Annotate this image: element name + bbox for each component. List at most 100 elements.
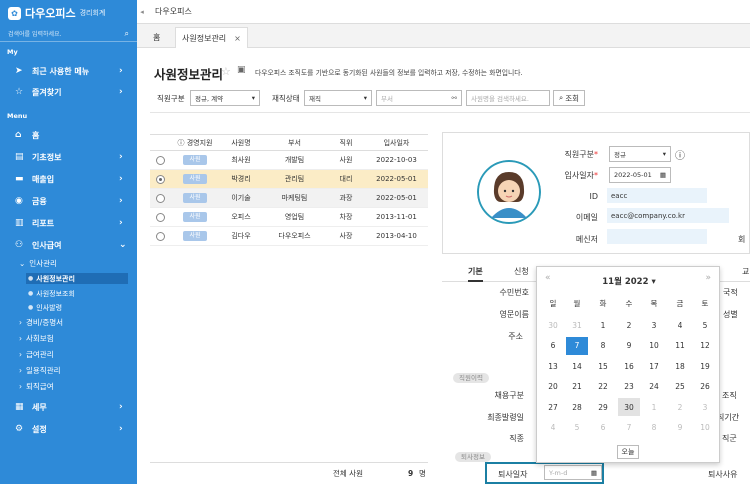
sidebar-item-home[interactable]: ⌂ 홈 bbox=[0, 125, 137, 145]
calendar-day[interactable]: 7 bbox=[618, 419, 640, 437]
calendar-day[interactable]: 19 bbox=[694, 357, 716, 375]
table-row[interactable]: 사원 이기술 마케팅팀 과장 2022-05-01 bbox=[150, 188, 428, 208]
profile-type-select[interactable]: 정규 ▾ bbox=[609, 146, 671, 162]
calendar-day[interactable]: 2 bbox=[618, 316, 640, 334]
today-button[interactable]: 오늘 bbox=[617, 445, 639, 459]
dept-input[interactable]: 부서 ⚯ bbox=[376, 90, 462, 106]
calendar-day[interactable]: 9 bbox=[618, 337, 640, 355]
search-icon[interactable]: ⌕ bbox=[125, 29, 129, 39]
row-radio[interactable] bbox=[155, 174, 165, 184]
row-radio[interactable] bbox=[155, 155, 165, 165]
tab-home[interactable]: 홈 bbox=[153, 27, 160, 48]
sidebar-item-recent[interactable]: ➤ 최근 사용한 메뉴 › bbox=[0, 61, 137, 81]
row-radio[interactable] bbox=[155, 193, 165, 203]
close-icon[interactable]: × bbox=[234, 34, 241, 43]
tab-apply[interactable]: 신청 bbox=[514, 266, 529, 277]
calendar-day[interactable]: 22 bbox=[592, 378, 614, 396]
calendar-day[interactable]: 30 bbox=[542, 316, 564, 334]
calendar-day[interactable]: 3 bbox=[694, 398, 716, 416]
calendar-day[interactable]: 10 bbox=[643, 337, 665, 355]
star-icon[interactable]: ☆ bbox=[221, 65, 231, 78]
calendar-day[interactable]: 25 bbox=[669, 378, 691, 396]
retire-date-input[interactable]: Y-m-d ▦ bbox=[544, 465, 602, 480]
calendar-day[interactable]: 3 bbox=[643, 316, 665, 334]
tab-basic[interactable]: 기본 bbox=[468, 266, 483, 282]
calendar-day[interactable]: 10 bbox=[694, 419, 716, 437]
sidebar-search[interactable]: 검색어를 입력하세요. ⌕ bbox=[0, 26, 137, 42]
calendar-icon[interactable]: ▦ bbox=[591, 469, 597, 477]
collapse-sidebar-icon[interactable]: ◂ bbox=[137, 8, 147, 16]
calendar-day[interactable]: 17 bbox=[643, 357, 665, 375]
sidebar-subitem-employee-manage[interactable]: ● 사원정보관리 bbox=[26, 273, 128, 284]
calendar-day[interactable]: 15 bbox=[592, 357, 614, 375]
calendar-day[interactable]: 21 bbox=[566, 378, 588, 396]
sidebar-subitem-appointment[interactable]: ● 인사발령 bbox=[26, 302, 62, 313]
sidebar-item-expense[interactable]: › 경비/증명서 bbox=[0, 316, 137, 329]
grid-header-name[interactable]: 사원명 bbox=[220, 134, 262, 151]
month-title[interactable]: 11월 2022 ▾ bbox=[537, 275, 721, 287]
sidebar-item-settings[interactable]: ⚙ 설정 › bbox=[0, 419, 137, 439]
calendar-day[interactable]: 26 bbox=[694, 378, 716, 396]
tab-employee-manage[interactable]: 사원정보관리 × bbox=[175, 27, 248, 48]
grid-header-dept[interactable]: 부서 bbox=[262, 134, 327, 151]
org-tree-icon[interactable]: ⚯ bbox=[452, 94, 457, 102]
row-radio[interactable] bbox=[155, 231, 165, 241]
calendar-day[interactable]: 23 bbox=[618, 378, 640, 396]
search-button[interactable]: ⌕ 조회 bbox=[553, 90, 585, 106]
calendar-day[interactable]: 27 bbox=[542, 398, 564, 416]
sidebar-search-input[interactable]: 검색어를 입력하세요. bbox=[8, 29, 125, 38]
calendar-day[interactable]: 1 bbox=[643, 398, 665, 416]
grid-header-position[interactable]: 직위 bbox=[327, 134, 365, 151]
calendar-day[interactable]: 5 bbox=[566, 419, 588, 437]
sidebar-item-sales[interactable]: ▬ 매출입 › bbox=[0, 169, 137, 189]
calendar-day[interactable]: 29 bbox=[592, 398, 614, 416]
tab-extra[interactable]: 교 bbox=[742, 266, 749, 277]
calendar-icon[interactable]: ▦ bbox=[660, 171, 666, 179]
calendar-day[interactable]: 6 bbox=[542, 337, 564, 355]
calendar-day[interactable]: 7 bbox=[566, 336, 588, 355]
name-search-input[interactable]: 사원명을 검색하세요. bbox=[466, 90, 550, 106]
sidebar-item-retire[interactable]: › 퇴직급여 bbox=[0, 380, 137, 393]
calendar-day[interactable]: 30 bbox=[618, 398, 640, 416]
calendar-day[interactable]: 9 bbox=[669, 419, 691, 437]
calendar-day[interactable]: 2 bbox=[669, 398, 691, 416]
calendar-day[interactable]: 5 bbox=[694, 316, 716, 334]
type-select[interactable]: 정규, 계약 ▾ bbox=[190, 90, 260, 106]
grid-header-hire-date[interactable]: 입사일자 bbox=[365, 134, 428, 151]
calendar-day[interactable]: 4 bbox=[669, 316, 691, 334]
sidebar-item-daily[interactable]: › 일용직관리 bbox=[0, 364, 137, 377]
info-icon[interactable]: ⓘ bbox=[675, 147, 685, 162]
calendar-day[interactable]: 12 bbox=[694, 337, 716, 355]
logo[interactable]: ✿ 다우오피스 경리회계 bbox=[0, 0, 137, 26]
calendar-day[interactable]: 18 bbox=[669, 357, 691, 375]
calendar-day[interactable]: 8 bbox=[643, 419, 665, 437]
calendar-day[interactable]: 28 bbox=[566, 398, 588, 416]
calendar-day[interactable]: 14 bbox=[566, 357, 588, 375]
sidebar-item-hr-manage[interactable]: ⌄ 인사관리 bbox=[0, 257, 137, 270]
sidebar-item-finance[interactable]: ◉ 금융 › bbox=[0, 191, 137, 211]
calendar-day[interactable]: 13 bbox=[542, 357, 564, 375]
sidebar-item-report[interactable]: ▥ 리포트 › bbox=[0, 213, 137, 233]
calendar-day[interactable]: 1 bbox=[592, 316, 614, 334]
calendar-day[interactable]: 31 bbox=[566, 316, 588, 334]
profile-hire-date-input[interactable]: 2022-05-01 ▦ bbox=[609, 167, 671, 183]
table-row[interactable]: 사원 최사원 개발팀 사원 2022-10-03 bbox=[150, 150, 428, 170]
grid-header-dept-support[interactable]: ⓘ 경영지원 bbox=[170, 134, 220, 151]
calendar-day[interactable]: 6 bbox=[592, 419, 614, 437]
status-select[interactable]: 재직 ▾ bbox=[304, 90, 372, 106]
table-row[interactable]: 사원 오피스 영업팀 차장 2013-11-01 bbox=[150, 207, 428, 227]
sidebar-item-payroll[interactable]: › 급여관리 bbox=[0, 348, 137, 361]
sidebar-subitem-employee-view[interactable]: ● 사원정보조회 bbox=[26, 288, 75, 299]
calendar-day[interactable]: 8 bbox=[592, 337, 614, 355]
sidebar-item-hr[interactable]: ⚇ 인사급여 ⌄ bbox=[0, 235, 137, 255]
calendar-day[interactable]: 11 bbox=[669, 337, 691, 355]
calendar-day[interactable]: 16 bbox=[618, 357, 640, 375]
calendar-day[interactable]: 24 bbox=[643, 378, 665, 396]
sidebar-item-tax[interactable]: ▦ 세무 › bbox=[0, 397, 137, 417]
info-doc-icon[interactable]: ▣ bbox=[237, 65, 246, 75]
sidebar-item-insurance[interactable]: › 사회보험 bbox=[0, 332, 137, 345]
sidebar-item-favorites[interactable]: ☆ 즐겨찾기 › bbox=[0, 82, 137, 102]
calendar-day[interactable]: 4 bbox=[542, 419, 564, 437]
sidebar-item-basic[interactable]: ▤ 기초정보 › bbox=[0, 147, 137, 167]
table-row[interactable]: 사원 김다우 다우오피스 사장 2013-04-10 bbox=[150, 226, 428, 246]
